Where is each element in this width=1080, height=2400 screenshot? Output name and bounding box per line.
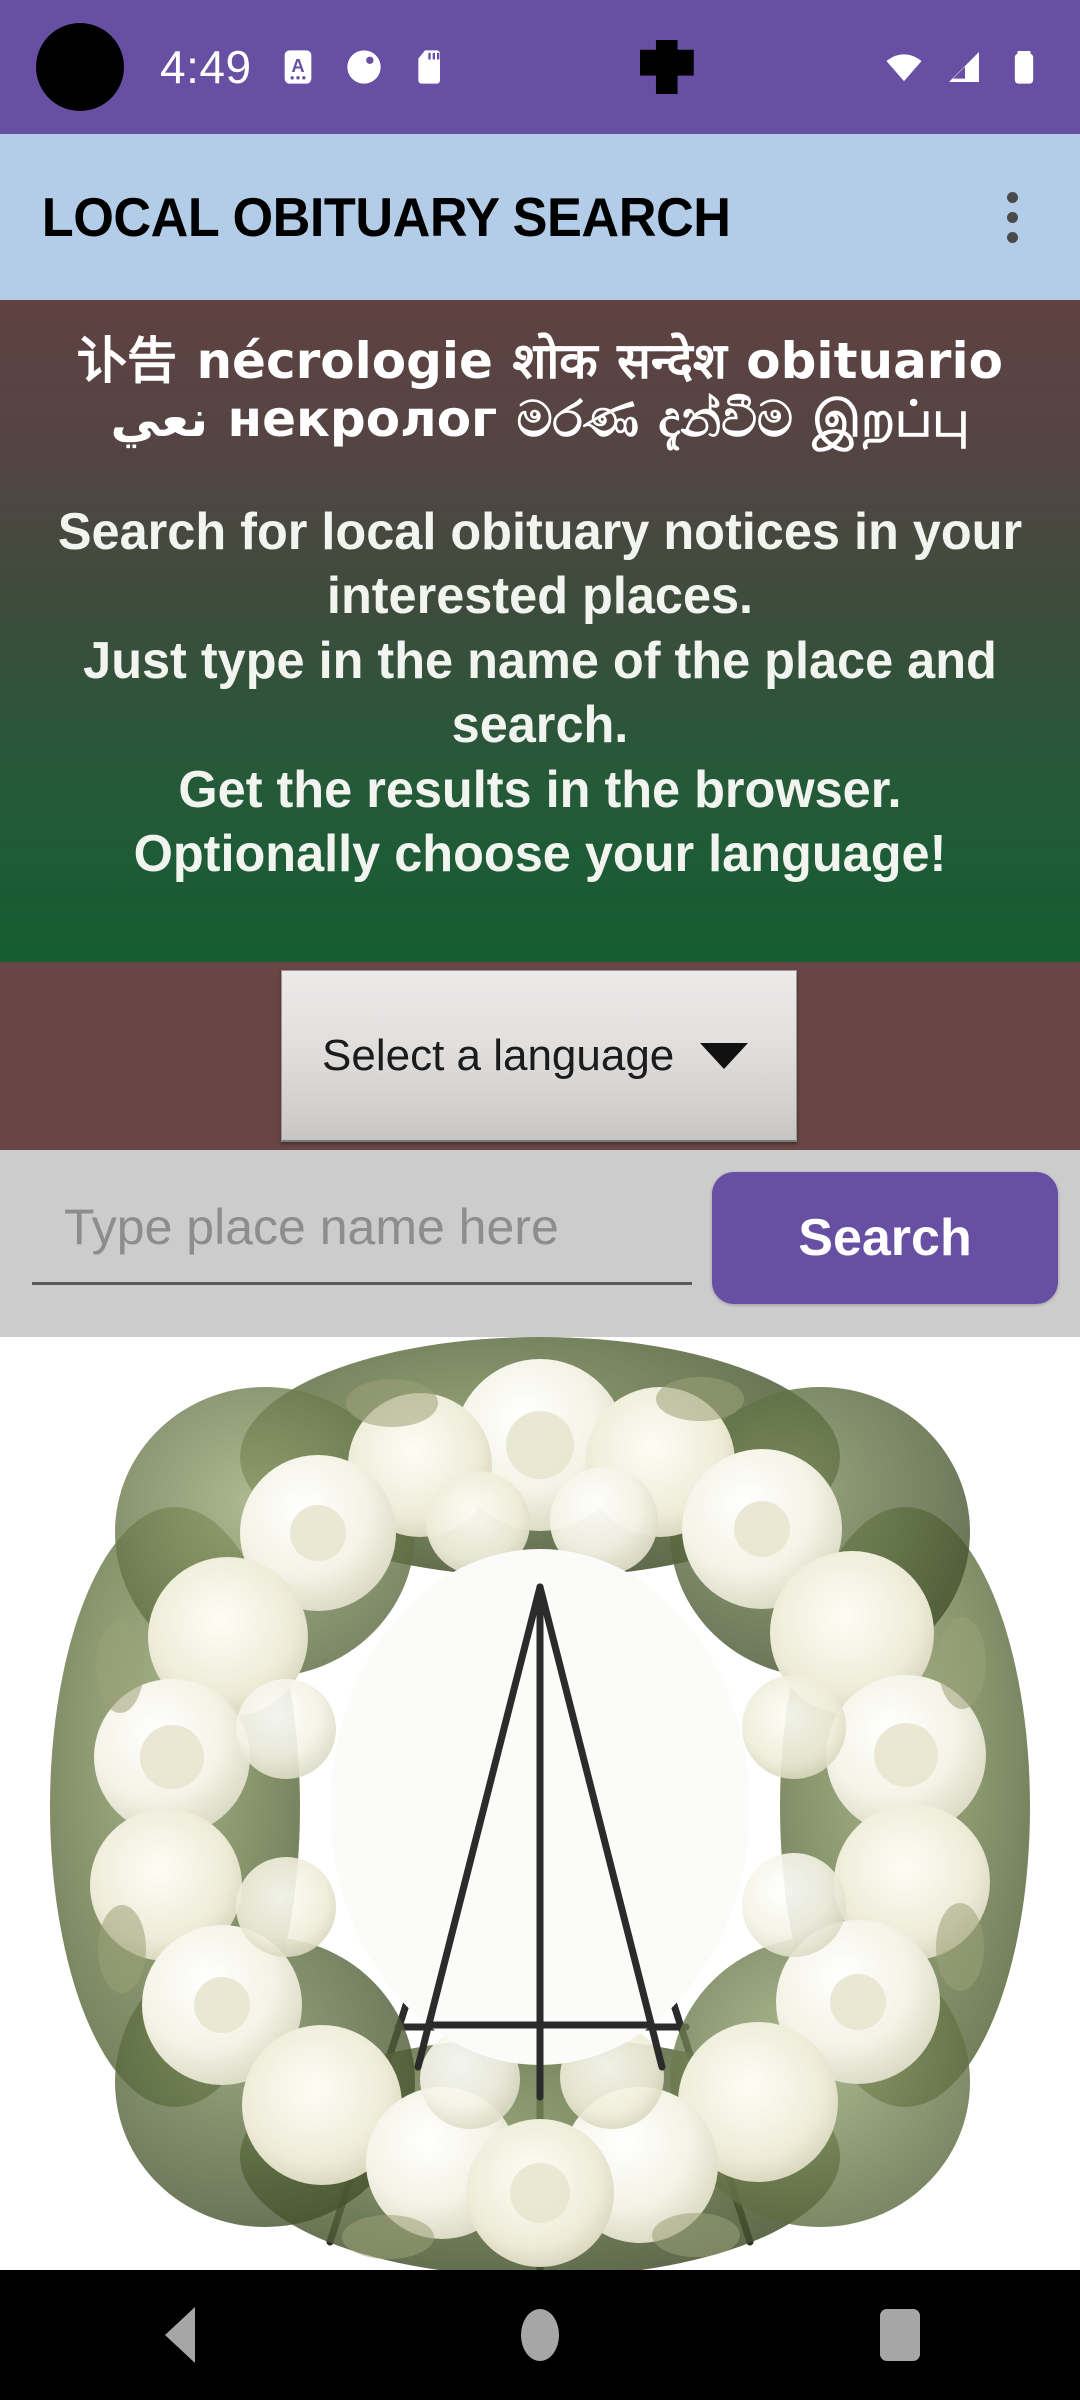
hero-description: Search for local obituary notices in you… [32, 500, 1049, 887]
wifi-icon [884, 47, 924, 87]
overflow-dot [1007, 211, 1018, 223]
hero-banner: 讣告 nécrologie शोक सन्देश obituario نعي н… [0, 300, 1080, 962]
language-spinner-value: Select a language [322, 1030, 675, 1080]
nav-home-button[interactable] [450, 2270, 630, 2400]
status-bar: 4:49 A [0, 0, 1080, 134]
overflow-dot [1007, 231, 1018, 243]
status-bar-left: 4:49 A [0, 23, 450, 111]
wreath-photo [0, 1337, 1080, 2270]
status-bar-clock: 4:49 [160, 41, 252, 93]
language-spinner[interactable]: Select a language [281, 970, 797, 1142]
contrast-theme-icon [344, 47, 384, 87]
search-button[interactable]: Search [712, 1172, 1058, 1304]
status-bar-center [450, 40, 884, 94]
nav-recents-button[interactable] [810, 2270, 990, 2400]
wreath-image [0, 1337, 1080, 2270]
redacted-notification-icon [639, 40, 694, 94]
battery-icon [1004, 47, 1044, 87]
sd-card-icon [410, 47, 450, 87]
nav-back-button[interactable] [90, 2270, 270, 2400]
navigation-bar [0, 2270, 1080, 2400]
search-input[interactable] [32, 1185, 692, 1285]
phone-screen: 4:49 A LOCAL OBITUARY SEARCH 讣告 nécrolog… [0, 0, 1080, 2400]
circle-home-icon [521, 2309, 559, 2361]
camera-punch-hole [36, 23, 124, 111]
language-selector-band: Select a language [0, 962, 1080, 1150]
hero-description-line: Optionally choose your language! [133, 825, 947, 884]
hero-description-line: Just type in the name of the place and s… [83, 631, 997, 755]
cellular-signal-icon [944, 47, 984, 87]
chevron-down-icon [700, 1042, 748, 1069]
multilingual-title: 讣告 nécrologie शोक सन्देश obituario نعي н… [77, 332, 1003, 448]
triangle-back-icon [165, 2307, 195, 2363]
hero-description-line: Search for local obituary notices in you… [57, 503, 1023, 626]
more-vertical-icon[interactable] [991, 178, 1034, 257]
status-bar-right [884, 47, 1080, 87]
overflow-dot [1007, 191, 1018, 203]
square-recents-icon [880, 2309, 920, 2361]
page-title: LOCAL OBITUARY SEARCH [41, 186, 731, 248]
hero-description-line: Get the results in the browser. [178, 760, 902, 819]
keyboard-language-icon: A [278, 47, 318, 87]
app-bar: LOCAL OBITUARY SEARCH [0, 134, 1080, 300]
svg-text:A: A [291, 55, 304, 76]
